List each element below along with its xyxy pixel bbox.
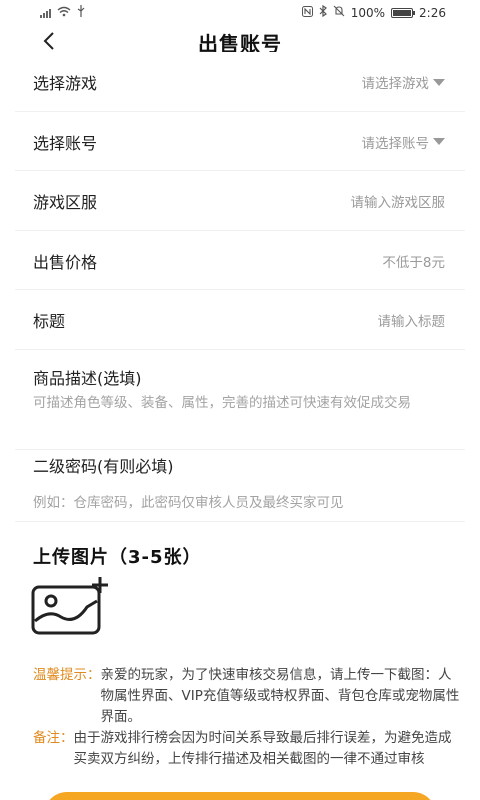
server-row: 游戏区服 请输入游戏区服 bbox=[15, 171, 465, 231]
password-label: 二级密码(有则必填) bbox=[33, 456, 174, 476]
game-placeholder: 请选择游戏 bbox=[361, 76, 430, 92]
price-row: 出售价格 不低于8元 bbox=[15, 231, 465, 290]
price-input[interactable]: 不低于8元 bbox=[382, 251, 445, 271]
note-label: 备注： bbox=[33, 730, 74, 746]
game-select-row[interactable]: 选择游戏 请选择游戏 bbox=[15, 52, 465, 112]
game-label: 选择游戏 bbox=[33, 74, 98, 93]
game-select[interactable]: 请选择游戏 bbox=[361, 72, 445, 92]
price-label: 出售价格 bbox=[33, 252, 98, 272]
status-right: 100% 2:26 bbox=[301, 4, 446, 20]
bluetooth-icon bbox=[319, 4, 327, 20]
add-image-button[interactable] bbox=[31, 575, 111, 637]
account-label: 选择账号 bbox=[33, 133, 98, 153]
sell-form: 选择游戏 请选择游戏 选择账号 请选择账号 游戏区服 请输入游戏区服 出售价格 … bbox=[15, 52, 465, 522]
reminder-label: 温馨提示： bbox=[33, 667, 101, 683]
status-time: 2:26 bbox=[419, 5, 446, 20]
usb-icon bbox=[77, 5, 85, 20]
upload-title: 上传图片（3-5张） bbox=[33, 547, 202, 568]
battery-icon bbox=[391, 7, 416, 18]
title-label: 标题 bbox=[33, 312, 66, 331]
account-placeholder: 请选择账号 bbox=[361, 135, 430, 152]
password-input[interactable]: 例如：仓库密码，此密码仅审核人员及最终买家可见 bbox=[33, 491, 344, 511]
server-input[interactable]: 请输入游戏区服 bbox=[351, 191, 446, 211]
description-block: 商品描述(选填) 可描述角色等级、装备、属性，完善的描述可快速有效促成交易 bbox=[15, 350, 465, 450]
caret-down-icon bbox=[433, 78, 445, 86]
title-row: 标题 请输入标题 bbox=[15, 290, 465, 350]
note-tip: 备注： 由于游戏排行榜会因为时间关系导致最后排行误差，为避免造成买卖双方纠纷，上… bbox=[33, 728, 463, 770]
reminder-text: 亲爱的玩家，为了快速审核交易信息，请上传一下截图：人物属性界面、VIP充值等级或… bbox=[100, 667, 460, 725]
caret-down-icon bbox=[433, 138, 445, 145]
tips-section: 温馨提示： 亲爱的玩家，为了快速审核交易信息，请上传一下截图：人物属性界面、VI… bbox=[33, 665, 463, 770]
add-image-icon bbox=[31, 577, 108, 635]
password-block: 二级密码(有则必填) 例如：仓库密码，此密码仅审核人员及最终买家可见 bbox=[15, 450, 465, 522]
submit-button[interactable] bbox=[44, 792, 436, 800]
description-label: 商品描述(选填) bbox=[33, 368, 142, 388]
status-left bbox=[40, 5, 85, 20]
wifi-icon bbox=[57, 6, 71, 20]
reminder-tip: 温馨提示： 亲爱的玩家，为了快速审核交易信息，请上传一下截图：人物属性界面、VI… bbox=[33, 665, 463, 728]
battery-percent: 100% bbox=[350, 5, 386, 20]
title-input[interactable]: 请输入标题 bbox=[378, 310, 446, 330]
account-select[interactable]: 请选择账号 bbox=[361, 132, 445, 152]
server-label: 游戏区服 bbox=[33, 193, 98, 212]
mute-icon bbox=[333, 5, 345, 20]
note-text: 由于游戏排行榜会因为时间关系导致最后排行误差，为避免造成买卖双方纠纷，上传排行描… bbox=[73, 730, 452, 767]
nfc-icon bbox=[301, 5, 313, 20]
account-select-row[interactable]: 选择账号 请选择账号 bbox=[15, 112, 465, 171]
signal-icon bbox=[40, 8, 51, 18]
status-bar: 100% 2:26 bbox=[0, 0, 480, 26]
description-textarea[interactable]: 可描述角色等级、装备、属性，完善的描述可快速有效促成交易 bbox=[33, 392, 453, 414]
